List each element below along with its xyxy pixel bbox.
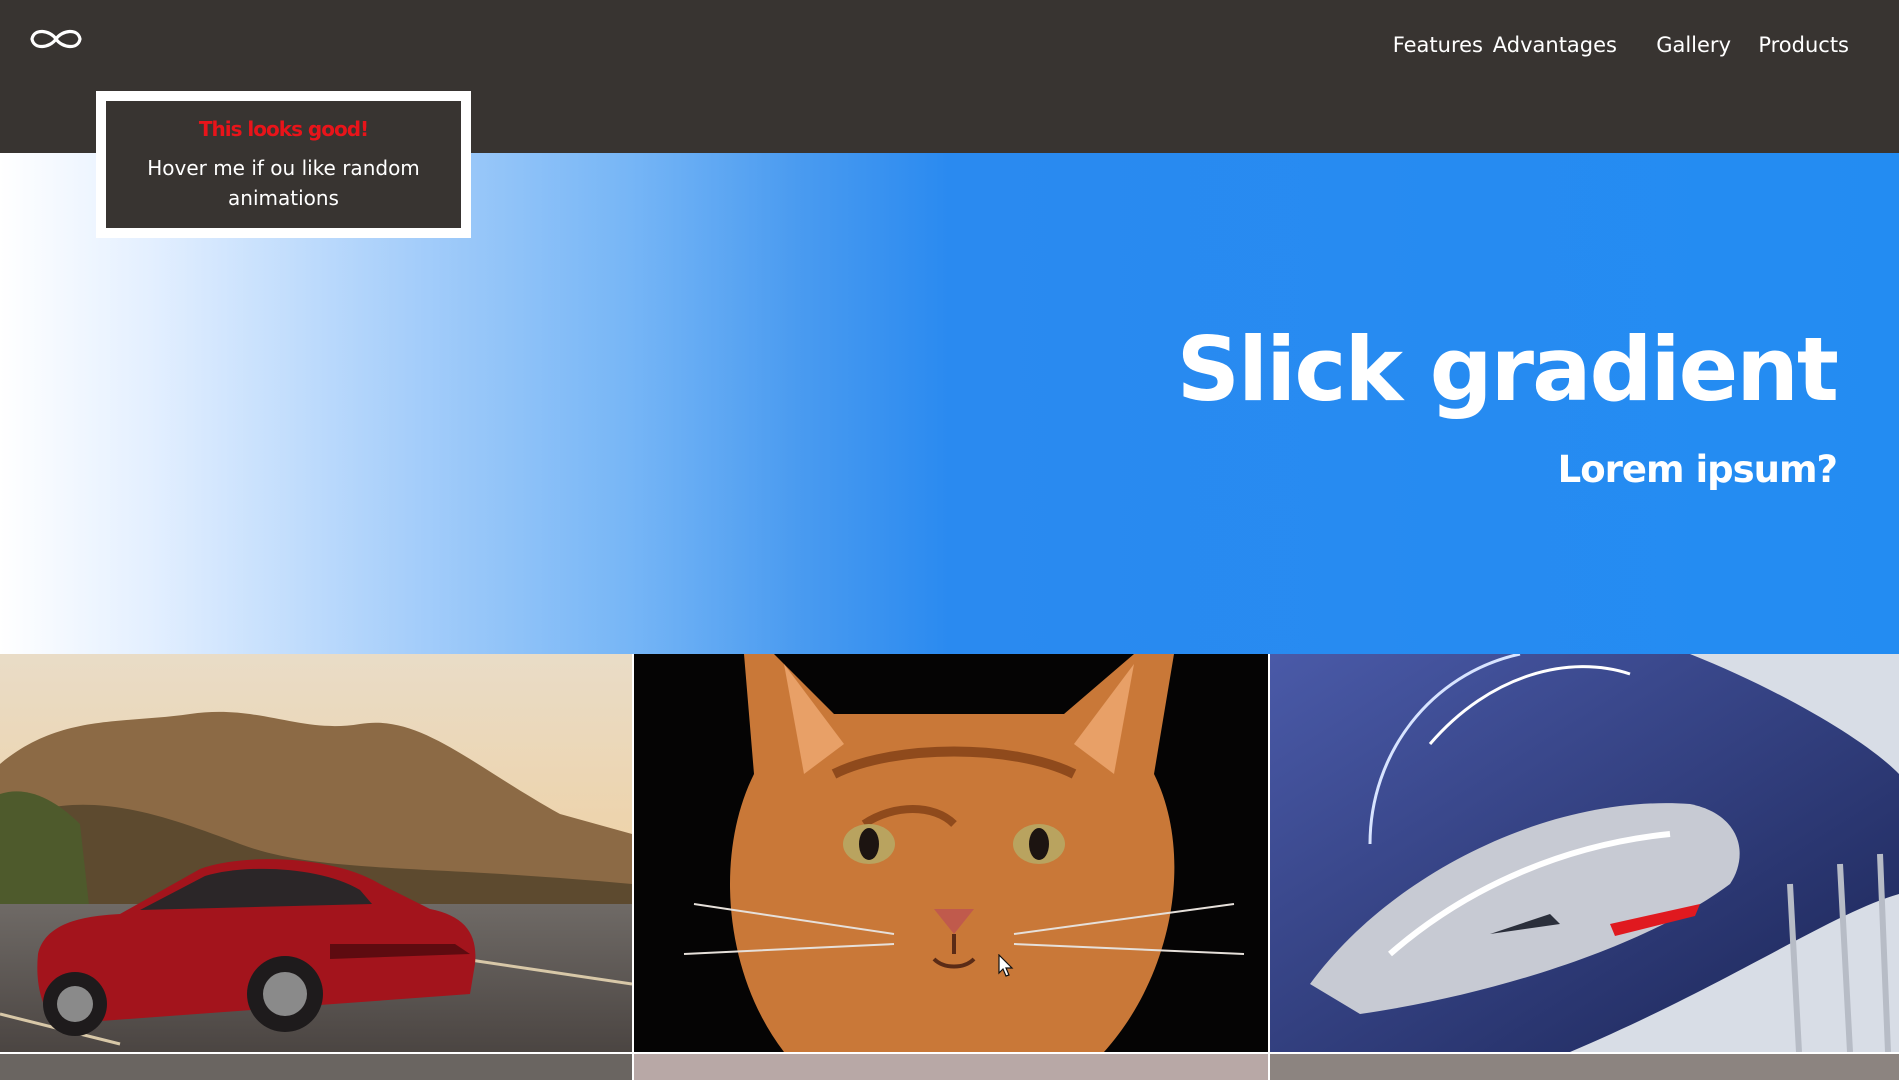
hero-subtitle: Lorem ipsum? <box>1557 448 1838 491</box>
gallery-tile-cat[interactable] <box>634 654 1268 1052</box>
image-gallery <box>0 654 1899 1080</box>
red-car-on-road-image <box>0 654 632 1052</box>
gallery-tile-car[interactable] <box>0 654 632 1052</box>
hover-tooltip-card[interactable]: This looks good! Hover me if ou like ran… <box>96 91 471 238</box>
nav-item-gallery[interactable]: Gallery <box>1656 28 1731 62</box>
tooltip-body: Hover me if ou like random animations <box>147 156 420 210</box>
infinity-icon[interactable] <box>26 24 86 54</box>
hyperloop-train-image <box>1270 654 1899 1052</box>
orange-cat-portrait-image <box>634 654 1268 1052</box>
hero-title: Slick gradient <box>1176 318 1839 421</box>
tooltip-title: This looks good! <box>198 117 369 141</box>
mouse-cursor-icon <box>998 954 1014 977</box>
gallery-tile-row2-1[interactable] <box>0 1054 632 1080</box>
gallery-tile-row2-3[interactable] <box>1270 1054 1899 1080</box>
nav-item-products[interactable]: Products <box>1758 28 1849 62</box>
nav-item-features[interactable]: Features <box>1393 28 1483 62</box>
nav-item-advantages[interactable]: Advantages <box>1493 28 1617 62</box>
gallery-tile-hyperloop[interactable] <box>1270 654 1899 1052</box>
gallery-tile-row2-2[interactable] <box>634 1054 1268 1080</box>
